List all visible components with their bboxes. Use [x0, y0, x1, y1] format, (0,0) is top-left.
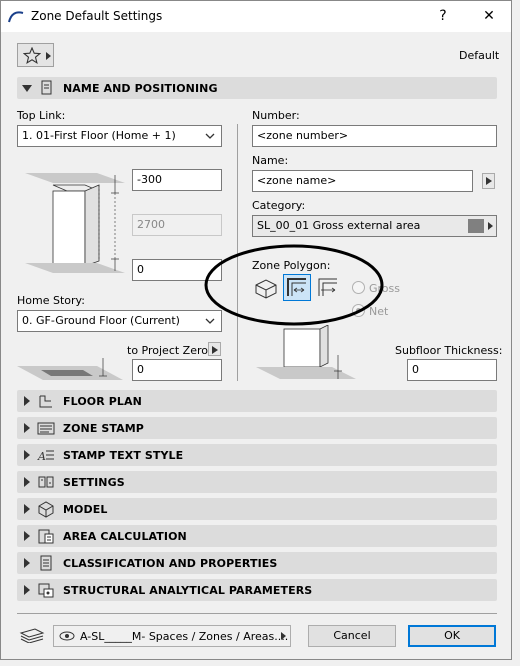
- window-title: Zone Default Settings: [31, 9, 163, 23]
- zone-name-field[interactable]: <zone name>: [252, 170, 473, 192]
- svg-text:A: A: [37, 450, 46, 463]
- chevron-right-icon: [46, 52, 51, 60]
- top-link-label: Top Link:: [17, 109, 66, 122]
- reference-level-button[interactable]: [208, 342, 221, 356]
- subfloor-diagram: [256, 325, 356, 379]
- layer-select[interactable]: A-SL_____M- Spaces / Zones / Areas....: [53, 625, 291, 647]
- section-structural-analytical[interactable]: STRUCTURAL ANALYTICAL PARAMETERS: [17, 579, 497, 601]
- category-label: Category:: [252, 199, 306, 212]
- section-title: AREA CALCULATION: [63, 530, 187, 543]
- triangle-down-icon: [22, 85, 32, 92]
- zone-stamp-icon: [37, 422, 55, 435]
- triangle-right-icon: [24, 558, 30, 568]
- top-link-value: 1. 01-First Floor (Home + 1): [22, 129, 176, 142]
- chevron-right-icon: [486, 177, 492, 185]
- subfloor-field[interactable]: 0: [407, 359, 497, 381]
- project-zero-diagram: [17, 358, 123, 380]
- name-positioning-icon: [41, 80, 52, 95]
- zone-settings-dialog: Zone Default Settings ? ✕ Default NAME A…: [0, 0, 512, 660]
- zone-height-diagram: [25, 173, 125, 273]
- classification-icon: [40, 555, 52, 571]
- home-story-label: Home Story:: [17, 294, 85, 307]
- section-settings[interactable]: SETTINGS: [17, 471, 497, 493]
- home-story-value: 0. GF-Ground Floor (Current): [22, 314, 180, 327]
- name-label: Name:: [252, 154, 289, 167]
- triangle-right-icon: [24, 396, 30, 406]
- section-area-calculation[interactable]: AREA CALCULATION: [17, 525, 497, 547]
- close-button[interactable]: ✕: [474, 5, 504, 27]
- category-select[interactable]: SL_00_01 Gross external area: [252, 215, 497, 237]
- section-name-positioning[interactable]: NAME AND POSITIONING: [17, 77, 497, 99]
- top-link-select[interactable]: 1. 01-First Floor (Home + 1): [17, 125, 222, 147]
- model-icon: [38, 501, 54, 518]
- to-project-zero-label: to Project Zero: [127, 344, 208, 357]
- triangle-right-icon: [24, 423, 30, 433]
- category-color-swatch: [468, 219, 484, 233]
- cancel-button[interactable]: Cancel: [308, 625, 396, 647]
- triangle-right-icon: [24, 477, 30, 487]
- area-calculation-icon: [38, 529, 54, 544]
- favorites-button[interactable]: [17, 43, 54, 67]
- zone-number-field[interactable]: <zone number>: [252, 125, 497, 147]
- archicad-app-icon: [8, 11, 24, 23]
- floor-plan-icon: [39, 395, 52, 408]
- number-label: Number:: [252, 109, 300, 122]
- triangle-right-icon: [24, 531, 30, 541]
- section-title: NAME AND POSITIONING: [63, 82, 218, 95]
- text-style-icon: A: [37, 450, 54, 463]
- section-title: STRUCTURAL ANALYTICAL PARAMETERS: [63, 584, 313, 597]
- section-title: CLASSIFICATION AND PROPERTIES: [63, 557, 278, 570]
- help-button[interactable]: ?: [428, 5, 458, 27]
- section-floor-plan[interactable]: FLOOR PLAN: [17, 390, 497, 412]
- annotation-ellipse: [204, 244, 384, 326]
- zone-name-options-button[interactable]: [482, 173, 495, 189]
- chevron-right-icon: [488, 222, 493, 230]
- section-title: ZONE STAMP: [63, 422, 144, 435]
- eye-icon: [59, 631, 75, 641]
- height-field[interactable]: 2700: [132, 214, 222, 236]
- top-offset-field[interactable]: -300: [132, 169, 222, 191]
- ok-button[interactable]: OK: [408, 625, 496, 647]
- section-title: SETTINGS: [63, 476, 125, 489]
- triangle-right-icon: [24, 450, 30, 460]
- title-bar: Zone Default Settings ? ✕: [1, 1, 511, 32]
- chevron-right-icon: [212, 346, 218, 354]
- triangle-right-icon: [24, 585, 30, 595]
- section-title: MODEL: [63, 503, 108, 516]
- section-title: FLOOR PLAN: [63, 395, 142, 408]
- subfloor-label: Subfloor Thickness:: [395, 344, 503, 357]
- layer-value: A-SL_____M- Spaces / Zones / Areas....: [80, 630, 289, 643]
- project-zero-field[interactable]: 0: [132, 359, 222, 381]
- triangle-right-icon: [24, 504, 30, 514]
- section-model[interactable]: MODEL: [17, 498, 497, 520]
- layers-icon: [19, 628, 45, 643]
- section-zone-stamp[interactable]: ZONE STAMP: [17, 417, 497, 439]
- section-stamp-text-style[interactable]: A STAMP TEXT STYLE: [17, 444, 497, 466]
- chevron-right-icon: [281, 632, 286, 640]
- star-icon: [23, 47, 41, 64]
- preset-label: Default: [459, 49, 500, 62]
- settings-icon: [38, 476, 54, 488]
- footer-separator: [17, 613, 497, 614]
- chevron-down-icon: [205, 133, 215, 139]
- home-story-select[interactable]: 0. GF-Ground Floor (Current): [17, 310, 222, 332]
- category-value: SL_00_01 Gross external area: [257, 219, 421, 232]
- section-title: STAMP TEXT STYLE: [63, 449, 184, 462]
- structural-analytical-icon: [38, 583, 54, 598]
- section-classification-properties[interactable]: CLASSIFICATION AND PROPERTIES: [17, 552, 497, 574]
